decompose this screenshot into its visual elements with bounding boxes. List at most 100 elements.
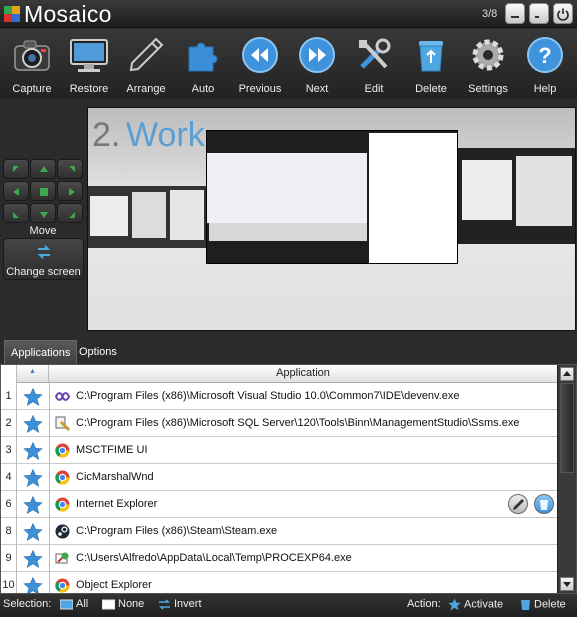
select-none-icon xyxy=(102,599,115,610)
favorite-star-icon[interactable] xyxy=(23,495,43,514)
fast-forward-icon xyxy=(299,37,335,73)
move-label: Move xyxy=(29,225,57,237)
application-path: MSCTFIME UI xyxy=(76,444,148,456)
delete-row-button[interactable] xyxy=(534,494,554,514)
move-down-left-button[interactable] xyxy=(3,203,29,223)
restore-button[interactable] xyxy=(529,3,549,24)
workspace-name: Work xyxy=(126,116,205,154)
application-path: CicMarshalWnd xyxy=(76,471,154,483)
previous-button[interactable]: Previous xyxy=(232,29,288,99)
edit-button[interactable]: Edit xyxy=(346,29,402,99)
select-all-button[interactable]: All xyxy=(60,598,88,610)
row-number: 9 xyxy=(1,545,17,572)
change-screen-button[interactable]: Change screen xyxy=(3,238,84,280)
screen-counter: 3/8 xyxy=(482,8,498,20)
select-all-label: All xyxy=(76,598,89,610)
edit-label: Edit xyxy=(364,83,384,95)
table-row[interactable]: 1 C:\Program Files (x86)\Microsoft Visual… xyxy=(1,383,557,410)
delete-selected-button[interactable]: Delete xyxy=(520,598,566,611)
auto-label: Auto xyxy=(191,83,215,95)
table-row[interactable]: 8 C:\Program Files (x86)\Steam\Steam.exe xyxy=(1,518,557,545)
activate-button[interactable]: Activate xyxy=(448,598,503,611)
chrome-icon xyxy=(55,578,70,593)
help-button[interactable]: ? Help xyxy=(517,29,573,99)
chrome-icon xyxy=(55,470,70,485)
capture-button[interactable]: Capture xyxy=(4,29,60,99)
visual-studio-icon xyxy=(54,389,71,404)
favorite-star-icon[interactable] xyxy=(23,522,43,541)
table-row[interactable]: 6 Internet Explorer xyxy=(1,491,557,518)
right-screen-thumbnail[interactable] xyxy=(458,148,575,244)
restore-toolbar-button[interactable]: Restore xyxy=(61,29,117,99)
table-row[interactable]: 4 CicMarshalWnd xyxy=(1,464,557,491)
move-center-button[interactable] xyxy=(30,181,56,201)
favorite-star-icon[interactable] xyxy=(23,549,43,568)
move-up-left-button[interactable] xyxy=(3,159,29,179)
left-screen-thumbnail[interactable] xyxy=(88,186,206,248)
previous-label: Previous xyxy=(238,83,282,95)
activate-label: Activate xyxy=(464,598,504,611)
chrome-icon xyxy=(55,443,70,458)
status-bar: Selection: All None Invert Action: Activ… xyxy=(0,594,577,617)
application-path: C:\Users\Alfredo\AppData\Local\Temp\PROC… xyxy=(76,552,352,564)
scroll-up-button[interactable] xyxy=(560,367,574,381)
auto-button[interactable]: Auto xyxy=(175,29,231,99)
tab-options[interactable]: Options xyxy=(73,340,123,364)
recycle-bin-icon xyxy=(540,500,548,510)
sort-column-header[interactable]: ▲ xyxy=(17,365,49,383)
application-path: Object Explorer xyxy=(76,579,152,591)
application-path: Internet Explorer xyxy=(76,498,158,510)
favorite-star-icon[interactable] xyxy=(23,468,43,487)
application-path: C:\Program Files (x86)\Microsoft Visual … xyxy=(76,390,460,402)
arrange-button[interactable]: Arrange xyxy=(118,29,174,99)
move-up-right-button[interactable] xyxy=(57,159,83,179)
invert-selection-button[interactable]: Invert xyxy=(158,598,202,610)
capture-label: Capture xyxy=(12,83,52,95)
rewind-icon xyxy=(242,37,278,73)
move-down-button[interactable] xyxy=(30,203,56,223)
power-button[interactable] xyxy=(553,3,573,24)
help-icon: ? xyxy=(527,37,563,73)
pencil-icon xyxy=(513,499,524,510)
swap-arrows-icon xyxy=(37,245,51,259)
tools-icon xyxy=(359,38,391,69)
select-none-button[interactable]: None xyxy=(102,598,144,610)
move-up-button[interactable] xyxy=(30,159,56,179)
recycle-bin-icon xyxy=(521,600,530,610)
move-down-right-button[interactable] xyxy=(57,203,83,223)
favorite-star-icon[interactable] xyxy=(23,414,43,433)
selection-label: Selection: xyxy=(3,598,52,610)
table-scrollbar[interactable] xyxy=(557,365,576,593)
row-number: 8 xyxy=(1,518,17,545)
favorite-star-icon[interactable] xyxy=(23,441,43,460)
table-row[interactable]: 2 C:\Program Files (x86)\Microsoft SQL Se… xyxy=(1,410,557,437)
edit-row-button[interactable] xyxy=(508,494,528,514)
sql-server-icon xyxy=(55,416,71,432)
process-explorer-icon xyxy=(55,551,70,566)
favorite-star-icon[interactable] xyxy=(23,387,43,406)
center-screen-thumbnail[interactable] xyxy=(206,130,458,264)
application-column-header[interactable]: Application xyxy=(49,367,557,379)
tab-applications[interactable]: Applications xyxy=(4,340,78,364)
application-path: C:\Program Files (x86)\Steam\Steam.exe xyxy=(76,525,278,537)
table-row[interactable]: 9 C:\Users\Alfredo\AppData\Local\Temp\PRO… xyxy=(1,545,557,572)
scroll-thumb[interactable] xyxy=(560,383,574,473)
invert-icon xyxy=(159,599,170,610)
help-label: Help xyxy=(533,83,557,95)
workspace-preview[interactable]: 2. Work xyxy=(87,107,576,331)
move-left-button[interactable] xyxy=(3,181,29,201)
favorite-star-icon[interactable] xyxy=(23,576,43,593)
minimize-button[interactable] xyxy=(505,3,525,24)
delete-label: Delete xyxy=(415,83,447,95)
table-row[interactable]: 10 Object Explorer xyxy=(1,572,557,593)
table-row[interactable]: 3 MSCTFIME UI xyxy=(1,437,557,464)
restore-label: Restore xyxy=(69,83,109,95)
delete-toolbar-button[interactable]: Delete xyxy=(403,29,459,99)
next-button[interactable]: Next xyxy=(289,29,345,99)
restore-icon xyxy=(535,16,539,18)
scroll-down-button[interactable] xyxy=(560,577,574,591)
move-right-button[interactable] xyxy=(57,181,83,201)
settings-button[interactable]: Settings xyxy=(460,29,516,99)
title-bar: Mosaico 3/8 xyxy=(0,0,577,28)
row-number: 3 xyxy=(1,437,17,464)
